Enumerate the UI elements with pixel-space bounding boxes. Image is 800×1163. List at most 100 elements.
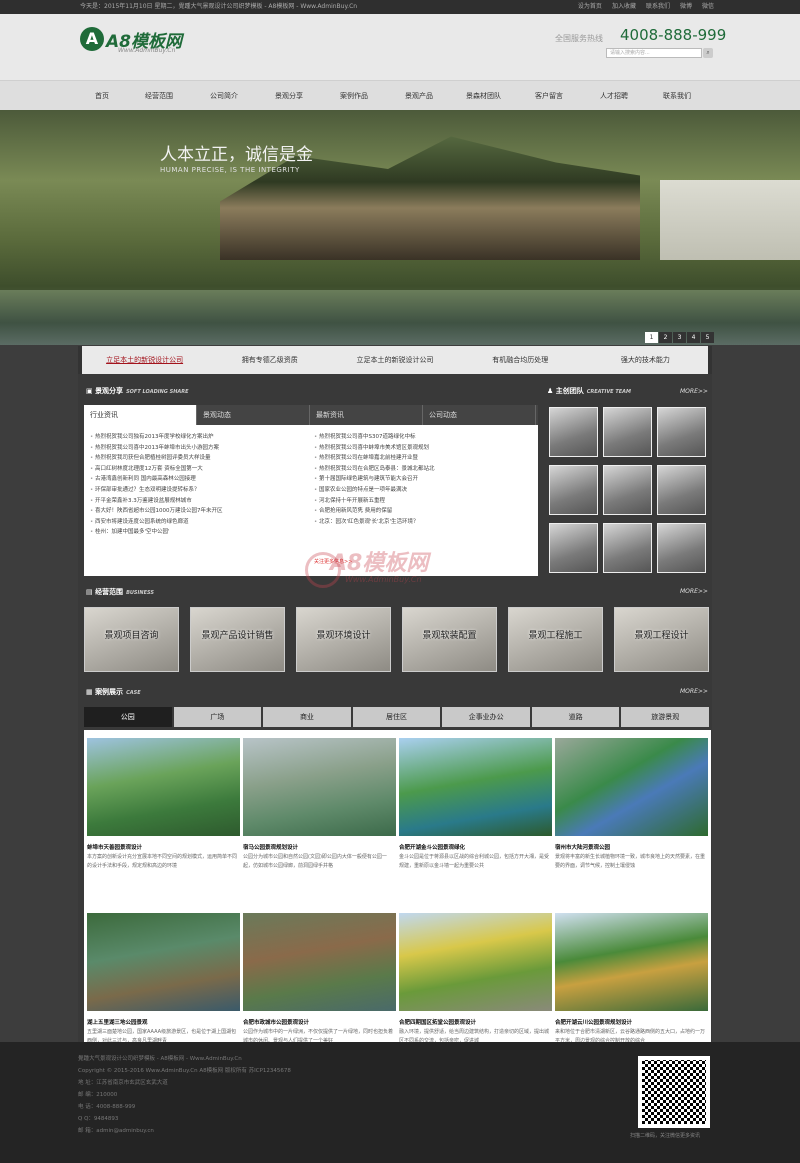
banner[interactable]: 人本立正，诚信是金 HUMAN PRECISE, IS THE INTEGRIT…	[0, 110, 800, 345]
nav-home[interactable]: 首页	[95, 81, 109, 111]
feature-item[interactable]: 立足本土的新锐设计公司	[82, 346, 207, 374]
banner-page-3[interactable]: 3	[673, 332, 686, 343]
team-member-photo[interactable]	[549, 523, 598, 573]
nav-contact[interactable]: 联系我们	[663, 81, 691, 111]
tab-road[interactable]: 道路	[531, 707, 622, 727]
feature-item[interactable]: 拥有专德乙级资质	[207, 346, 332, 374]
business-item[interactable]: 景观产品设计销售	[190, 607, 285, 672]
list-item[interactable]: 环保部审批通过？生态双明建设提转标系？	[90, 485, 305, 496]
list-item[interactable]: 河北保持十年开展新五重程	[314, 496, 529, 507]
weibo-link[interactable]: 微博	[680, 0, 692, 14]
banner-page-2[interactable]: 2	[659, 332, 672, 343]
case-image[interactable]	[87, 738, 240, 836]
nav-cases[interactable]: 案例作品	[340, 81, 368, 111]
tab-office[interactable]: 企事业办公	[442, 707, 532, 727]
business-item[interactable]: 景观项目咨询	[84, 607, 179, 672]
tab-square[interactable]: 广场	[173, 707, 264, 727]
case-card[interactable]: 合肥市政城市公园景观设计 公园作为城市中的一片绿洲，不仅仅提供了一片绿地，同时也…	[243, 913, 396, 1053]
case-title[interactable]: 合肥市政城市公园景观设计	[243, 1018, 396, 1026]
tab-tourism[interactable]: 旅游景观	[621, 707, 712, 727]
nav-products[interactable]: 景观产品	[405, 81, 433, 111]
nav-business[interactable]: 经营范围	[145, 81, 173, 111]
list-item[interactable]: 喜大好！陕西省超市公园1000万建设公园7年未开区	[90, 506, 305, 517]
business-item[interactable]: 景观工程施工	[508, 607, 603, 672]
nav-share[interactable]: 景观分享	[275, 81, 303, 111]
case-title[interactable]: 宿州市大陆河景观公园	[555, 843, 708, 851]
team-member-photo[interactable]	[657, 523, 706, 573]
list-item[interactable]: 北京：园次'红色景观'长'北京'生活环境？	[314, 517, 529, 528]
case-image[interactable]	[555, 913, 708, 1011]
list-item[interactable]: 第十届国际绿色建筑与建筑节能大会召开	[314, 474, 529, 485]
search-input[interactable]: 请输入搜索内容...	[606, 48, 702, 58]
magnifier-icon[interactable]: ⌕	[703, 48, 713, 58]
case-card[interactable]: 蚌埠市天善园景观设计 本方案的创新设计充分宣展本地不同空间的规划模式，运用简单不…	[87, 738, 240, 878]
feature-item[interactable]: 立足本土的新锐设计公司	[332, 346, 457, 374]
case-image[interactable]	[399, 913, 552, 1011]
business-item[interactable]: 景观工程设计	[614, 607, 709, 672]
list-item[interactable]: 合肥抢用新风范隽 费用的保留	[314, 506, 529, 517]
list-item[interactable]: 热烈祝贺我公司在合肥区岛泰县：景城北都站北	[314, 464, 529, 475]
list-item[interactable]: 热烈祝贺我司获但合肥植桂树园评委员大样设量	[90, 453, 305, 464]
case-title[interactable]: 蚌埠市天善园景观设计	[87, 843, 240, 851]
list-item[interactable]: 国家农业公园的特点是一项年最满决	[314, 485, 529, 496]
tab-landscape-news[interactable]: 景观动态	[197, 405, 310, 425]
team-more-link[interactable]: MORE>>	[680, 388, 708, 395]
favorite-link[interactable]: 加入收藏	[612, 0, 636, 14]
banner-page-4[interactable]: 4	[687, 332, 700, 343]
list-item[interactable]: 热烈祝贺我公司喜中2013年蚌埠市出头小游园方案	[90, 443, 305, 454]
list-item[interactable]: 热烈祝贺我公司独有2013年度学校绿化方案出炉	[90, 432, 305, 443]
case-image[interactable]	[399, 738, 552, 836]
list-item[interactable]: 西安市将建设连度公园系统的绿色廊道	[90, 517, 305, 528]
case-title[interactable]: 宿马公园景观规划设计	[243, 843, 396, 851]
case-card[interactable]: 合肥开湖金斗公园景观绿化 金斗公园是位于蒋源县以区战的综合利城公园，包括方开大湘…	[399, 738, 552, 878]
case-card[interactable]: 合肥四期国区拓堂公园景观设计 融入环境，提供舒适，给当周边建筑结构，打造亲切的区…	[399, 913, 552, 1053]
list-item[interactable]: 热烈祝贺我公司喜中S307道路绿化中标	[314, 432, 529, 443]
nav-about[interactable]: 公司简介	[210, 81, 238, 111]
case-more-link[interactable]: MORE>>	[680, 688, 708, 695]
team-member-photo[interactable]	[603, 407, 652, 457]
contact-link[interactable]: 联系我们	[646, 0, 670, 14]
tab-latest-news[interactable]: 最新资讯	[310, 405, 423, 425]
tab-commercial[interactable]: 商业	[263, 707, 353, 727]
case-card[interactable]: 湖上五里湖三地公园景观 五里湖三面楚地公园，国家AAAA级旅游景区，也是位于湖上…	[87, 913, 240, 1053]
case-title[interactable]: 合肥开湖云川公园景观规划设计	[555, 1018, 708, 1026]
list-item[interactable]: 桂州：加建中国最多'空中公园'	[90, 527, 305, 538]
banner-page-5[interactable]: 5	[701, 332, 714, 343]
nav-message[interactable]: 客户留言	[535, 81, 563, 111]
team-member-photo[interactable]	[603, 523, 652, 573]
tab-park[interactable]: 公园	[84, 707, 174, 727]
banner-page-1[interactable]: 1	[645, 332, 658, 343]
team-member-photo[interactable]	[657, 465, 706, 515]
logo-icon[interactable]: A	[80, 27, 104, 51]
list-item[interactable]: 热烈祝贺我公司喜中蚌埠市美术馆区景观规划	[314, 443, 529, 454]
case-image[interactable]	[243, 913, 396, 1011]
feature-item[interactable]: 强大的技术能力	[583, 346, 708, 374]
feature-item[interactable]: 有机融合均历处理	[458, 346, 583, 374]
case-card[interactable]: 合肥开湖云川公园景观规划设计 来和地位于合肥市清湖新区，云谷路通路西侧的五大口，…	[555, 913, 708, 1053]
case-image[interactable]	[243, 738, 396, 836]
team-member-photo[interactable]	[657, 407, 706, 457]
case-image[interactable]	[87, 913, 240, 1011]
business-more-link[interactable]: MORE>>	[680, 588, 708, 595]
team-member-photo[interactable]	[549, 407, 598, 457]
wechat-link[interactable]: 微信	[702, 0, 714, 14]
tab-residential[interactable]: 居住区	[352, 707, 443, 727]
list-item[interactable]: 热烈祝贺我公司在蚌埠嘉北前桂建开业暨	[314, 453, 529, 464]
case-title[interactable]: 合肥开湖金斗公园景观绿化	[399, 843, 552, 851]
case-title[interactable]: 湖上五里湖三地公园景观	[87, 1018, 240, 1026]
business-item[interactable]: 景观环境设计	[296, 607, 391, 672]
nav-team[interactable]: 景森材团队	[466, 81, 501, 111]
nav-jobs[interactable]: 人才招聘	[600, 81, 628, 111]
case-title[interactable]: 合肥四期国区拓堂公园景观设计	[399, 1018, 552, 1026]
list-item[interactable]: 高口红树林度北理度12万套 资标全国第一大	[90, 464, 305, 475]
case-card[interactable]: 宿州市大陆河景观公园 景观将丰富的新生长城植物环境一致，城市良地上的天然要素，在…	[555, 738, 708, 878]
case-card[interactable]: 宿马公园景观规划设计 公园分为城市公园和自然公园(文园)即公园内大体一般便有公园…	[243, 738, 396, 878]
team-member-photo[interactable]	[549, 465, 598, 515]
set-home-link[interactable]: 设为首页	[578, 0, 602, 14]
list-item[interactable]: 古港湾鑫创新利同 国内最高森林公园接理	[90, 474, 305, 485]
business-item[interactable]: 景观软装配置	[402, 607, 497, 672]
list-item[interactable]: 开平金荣鑫补3.3万鉴建设盆展规林城市	[90, 496, 305, 507]
tab-industry-news[interactable]: 行业资讯	[84, 405, 197, 425]
team-member-photo[interactable]	[603, 465, 652, 515]
tab-company-news[interactable]: 公司动态	[423, 405, 536, 425]
